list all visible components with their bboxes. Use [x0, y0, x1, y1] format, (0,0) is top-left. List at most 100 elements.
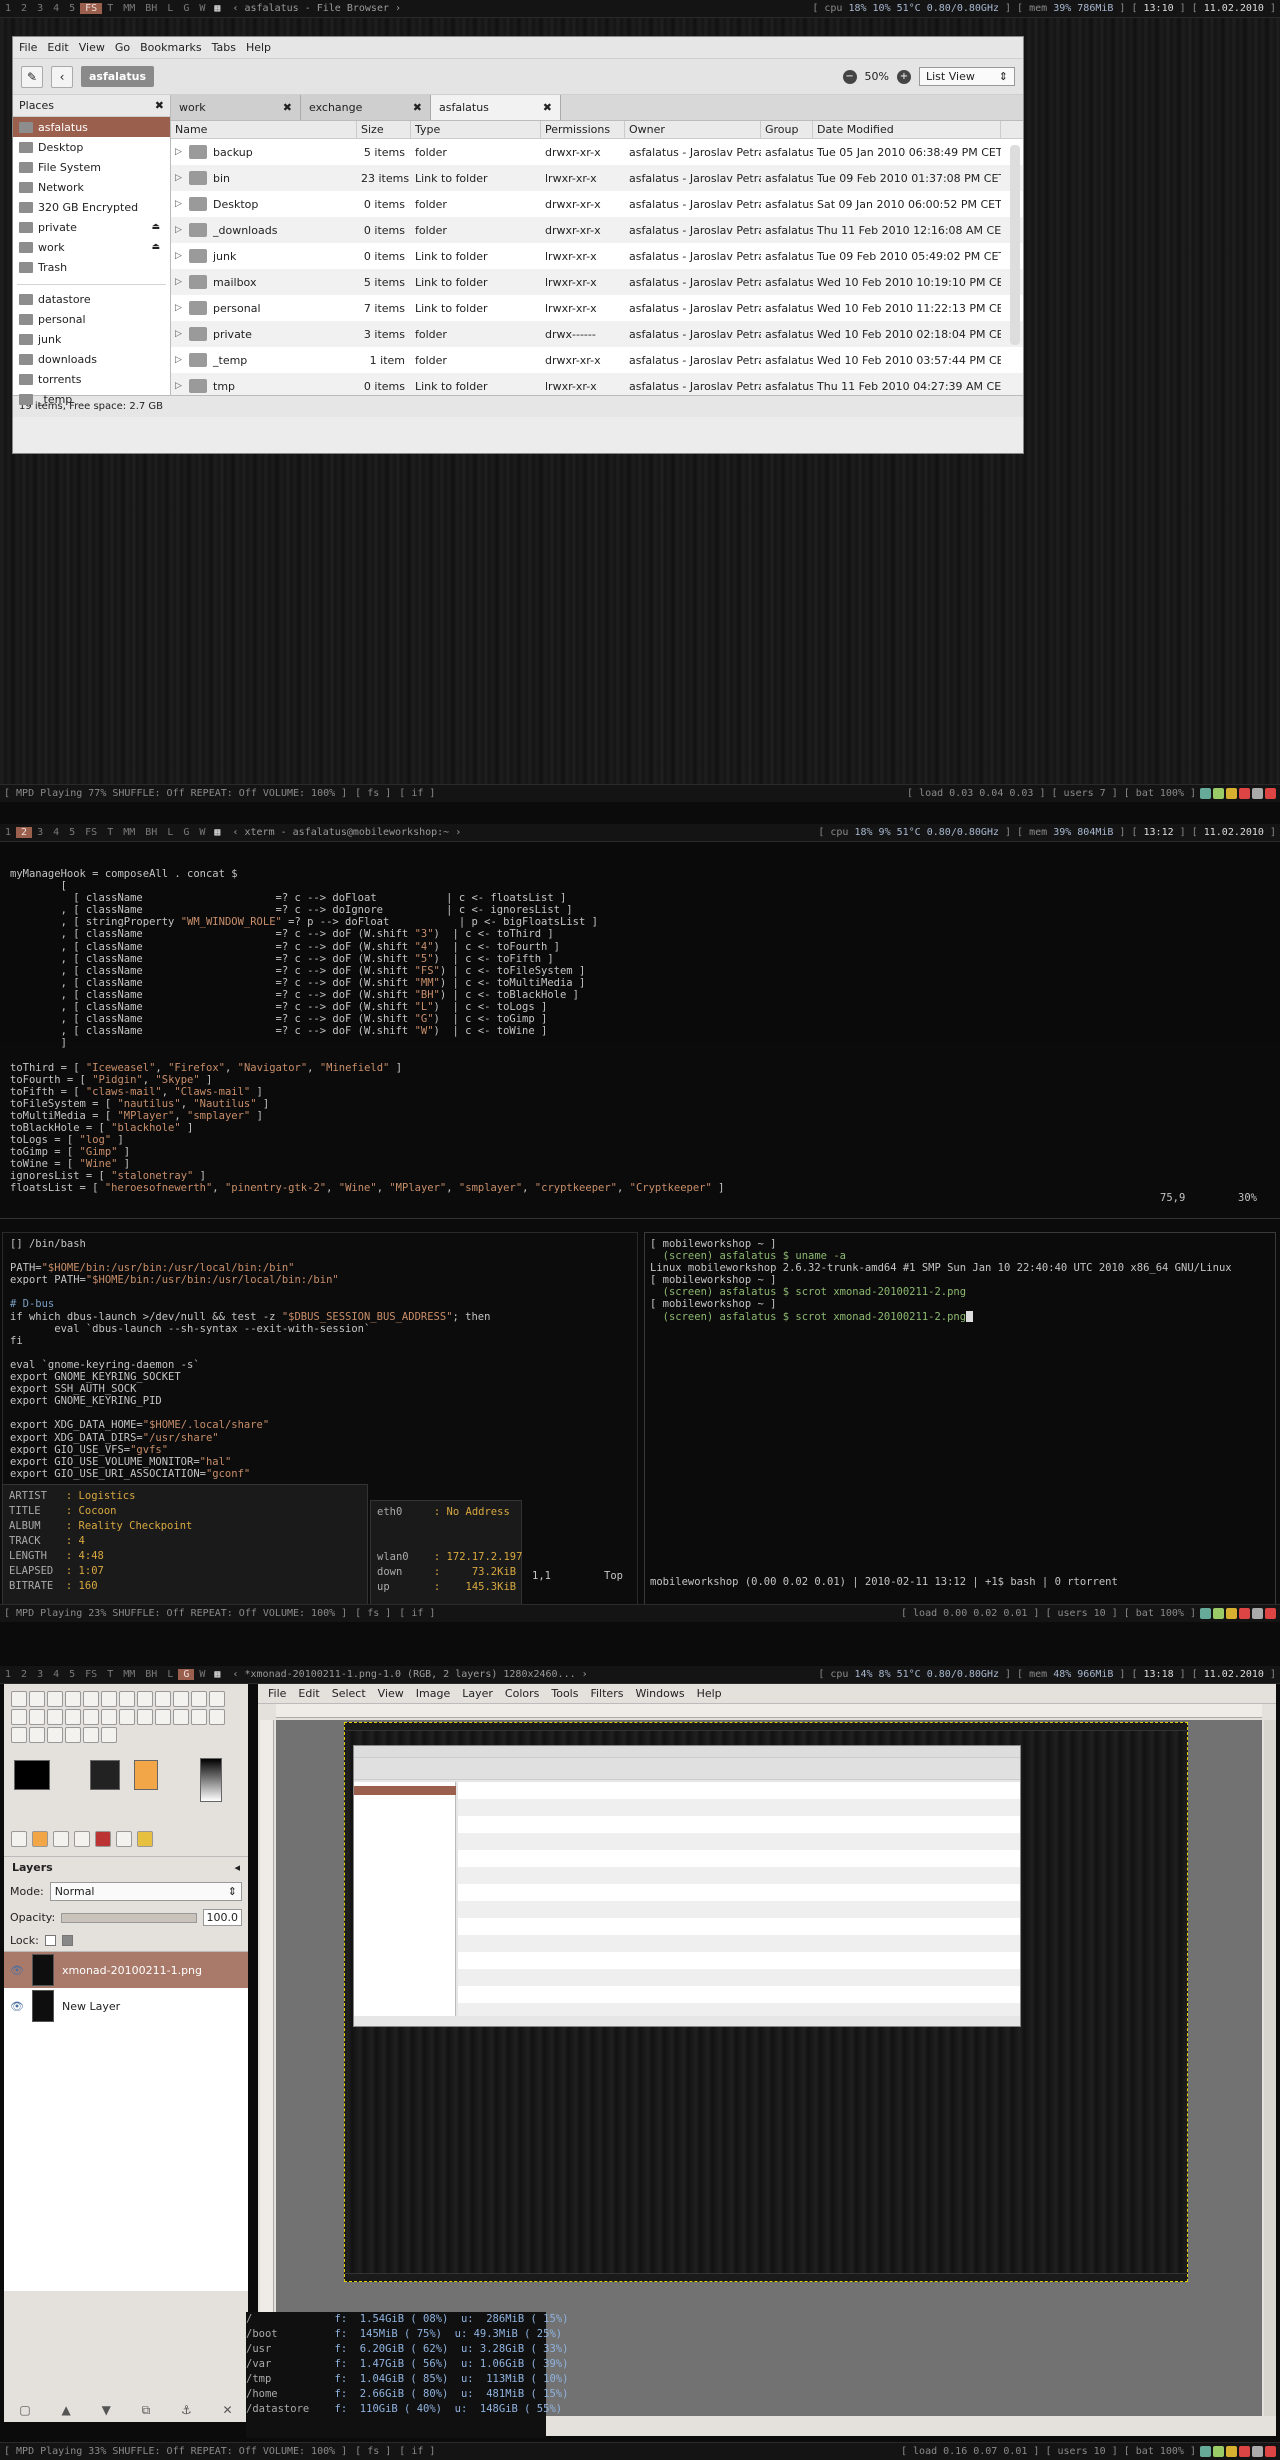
expander-icon[interactable]: ▷: [175, 355, 189, 365]
tray-icon[interactable]: [1239, 788, 1250, 799]
column-permissions[interactable]: Permissions: [541, 121, 625, 138]
tray-icon[interactable]: [1239, 1608, 1250, 1619]
bookmark-datastore[interactable]: datastore: [13, 289, 170, 309]
menu-tabs[interactable]: Tabs: [212, 41, 236, 54]
vim-bashrc[interactable]: [] /bin/bash PATH="$HOME/bin:/usr/bin:/u…: [10, 1238, 490, 1480]
tray-icon[interactable]: [1265, 1608, 1276, 1619]
expander-icon[interactable]: ▷: [175, 173, 189, 183]
workspace-w[interactable]: W: [194, 827, 210, 838]
tray-icon[interactable]: [1200, 788, 1211, 799]
workspace-4[interactable]: 4: [48, 1669, 64, 1680]
workspace-t[interactable]: T: [102, 827, 118, 838]
workspace-l[interactable]: L: [162, 1669, 178, 1680]
place-320-gb-encrypted[interactable]: 320 GB Encrypted: [13, 197, 170, 217]
workspace-2[interactable]: 2: [16, 827, 33, 838]
expander-icon[interactable]: ▷: [175, 303, 189, 313]
lock-alpha-icon[interactable]: [61, 1935, 73, 1946]
tool-icon[interactable]: [65, 1727, 81, 1743]
column-owner[interactable]: Owner: [625, 121, 761, 138]
expander-icon[interactable]: ▷: [175, 277, 189, 287]
tray-icon[interactable]: [1213, 788, 1224, 799]
layout-icon[interactable]: ▦: [210, 827, 224, 838]
bookmark-junk[interactable]: junk: [13, 329, 170, 349]
back-button[interactable]: ‹: [51, 65, 73, 88]
layout-icon[interactable]: ▦: [210, 3, 224, 14]
workspace-4[interactable]: 4: [48, 827, 64, 838]
path-crumb[interactable]: asfalatus: [81, 66, 155, 87]
workspace-5[interactable]: 5: [64, 827, 80, 838]
tool-icon[interactable]: [119, 1691, 135, 1707]
zoom-out-icon[interactable]: −: [842, 69, 857, 84]
tool-icon[interactable]: [155, 1691, 171, 1707]
eye-icon[interactable]: 👁: [10, 1964, 24, 1977]
tray-icon[interactable]: [1252, 2446, 1263, 2457]
column-type[interactable]: Type: [411, 121, 541, 138]
workspace-mm[interactable]: MM: [118, 827, 140, 838]
workspace-bh[interactable]: BH: [140, 1669, 162, 1680]
workspace-t[interactable]: T: [102, 3, 118, 14]
workspace-mm[interactable]: MM: [118, 3, 140, 14]
places-label[interactable]: Places: [19, 99, 54, 112]
tool-icon[interactable]: [11, 1727, 27, 1743]
tab-exchange[interactable]: exchange ✖: [301, 95, 431, 120]
menu-help[interactable]: Help: [246, 41, 271, 54]
workspace-5[interactable]: 5: [64, 1669, 80, 1680]
place-work[interactable]: work ⏏: [13, 237, 170, 257]
column-date-modified[interactable]: Date Modified: [813, 121, 1001, 138]
table-row[interactable]: ▷ Desktop 0 items folder drwxr-xr-x asfalatus…: [171, 191, 1023, 217]
menu-arrow-icon[interactable]: ◂: [234, 1861, 240, 1874]
menu-view[interactable]: View: [378, 1687, 404, 1700]
workspace-fs[interactable]: FS: [80, 3, 103, 14]
tool-icon[interactable]: [119, 1709, 135, 1725]
lower-layer-icon[interactable]: ▼: [102, 2403, 111, 2418]
close-icon[interactable]: ✖: [283, 101, 292, 114]
expander-icon[interactable]: ▷: [175, 251, 189, 261]
tray-icon[interactable]: [1252, 788, 1263, 799]
tool-icon[interactable]: [11, 1709, 27, 1725]
tray-icon[interactable]: [1200, 1608, 1211, 1619]
bookmark-downloads[interactable]: downloads: [13, 349, 170, 369]
workspace-2[interactable]: 2: [16, 3, 32, 14]
tray-icon[interactable]: [1226, 2446, 1237, 2457]
tool-icon[interactable]: [29, 1727, 45, 1743]
workspace-5[interactable]: 5: [64, 3, 80, 14]
menu-edit[interactable]: Edit: [47, 41, 68, 54]
table-row[interactable]: ▷ _downloads 0 items folder drwxr-xr-x asfala…: [171, 217, 1023, 243]
color-swatches[interactable]: [10, 1754, 242, 1824]
fs-widget[interactable]: [ fs ]: [351, 788, 395, 799]
anchor-icon[interactable]: ⚓: [181, 2403, 192, 2418]
workspace-g[interactable]: G: [178, 1669, 195, 1680]
table-row[interactable]: ▷ junk 0 items Link to folder lrwxr-xr-x asfa…: [171, 243, 1023, 269]
workspace-w[interactable]: W: [194, 3, 210, 14]
tool-icon[interactable]: [155, 1709, 171, 1725]
column-size[interactable]: Size: [357, 121, 411, 138]
place-private[interactable]: private ⏏: [13, 217, 170, 237]
tray-icon[interactable]: [1265, 788, 1276, 799]
place-network[interactable]: Network: [13, 177, 170, 197]
eject-icon[interactable]: ⏏: [151, 222, 160, 232]
table-row[interactable]: ▷ backup 5 items folder drwxr-xr-x asfalatus …: [171, 139, 1023, 165]
place-desktop[interactable]: Desktop: [13, 137, 170, 157]
close-icon[interactable]: ✖: [155, 99, 164, 112]
workspace-1[interactable]: 1: [0, 3, 16, 14]
fs-widget[interactable]: [ fs ]: [351, 2446, 395, 2457]
duplicate-layer-icon[interactable]: ⧉: [142, 2403, 151, 2418]
workspace-g[interactable]: G: [178, 3, 194, 14]
tool-icon[interactable]: [101, 1709, 117, 1725]
workspace-t[interactable]: T: [102, 1669, 118, 1680]
tool-icon[interactable]: [65, 1691, 81, 1707]
edit-location-button[interactable]: ✎: [21, 65, 43, 88]
menu-view[interactable]: View: [79, 41, 105, 54]
eject-icon[interactable]: ⏏: [151, 242, 160, 252]
workspace-3[interactable]: 3: [32, 1669, 48, 1680]
workspace-1[interactable]: 1: [0, 827, 16, 838]
tray-icon[interactable]: [1213, 1608, 1224, 1619]
tool-icon[interactable]: [191, 1691, 207, 1707]
workspace-3[interactable]: 3: [32, 827, 48, 838]
tool-icon[interactable]: [173, 1691, 189, 1707]
zoom-in-icon[interactable]: +: [897, 69, 911, 84]
if-widget[interactable]: [ if ]: [395, 2446, 439, 2457]
bookmark-temp[interactable]: _temp: [13, 389, 170, 409]
layer-row[interactable]: 👁 New Layer: [4, 1988, 248, 2024]
table-row[interactable]: ▷ personal 7 items Link to folder lrwxr-xr-x…: [171, 295, 1023, 321]
